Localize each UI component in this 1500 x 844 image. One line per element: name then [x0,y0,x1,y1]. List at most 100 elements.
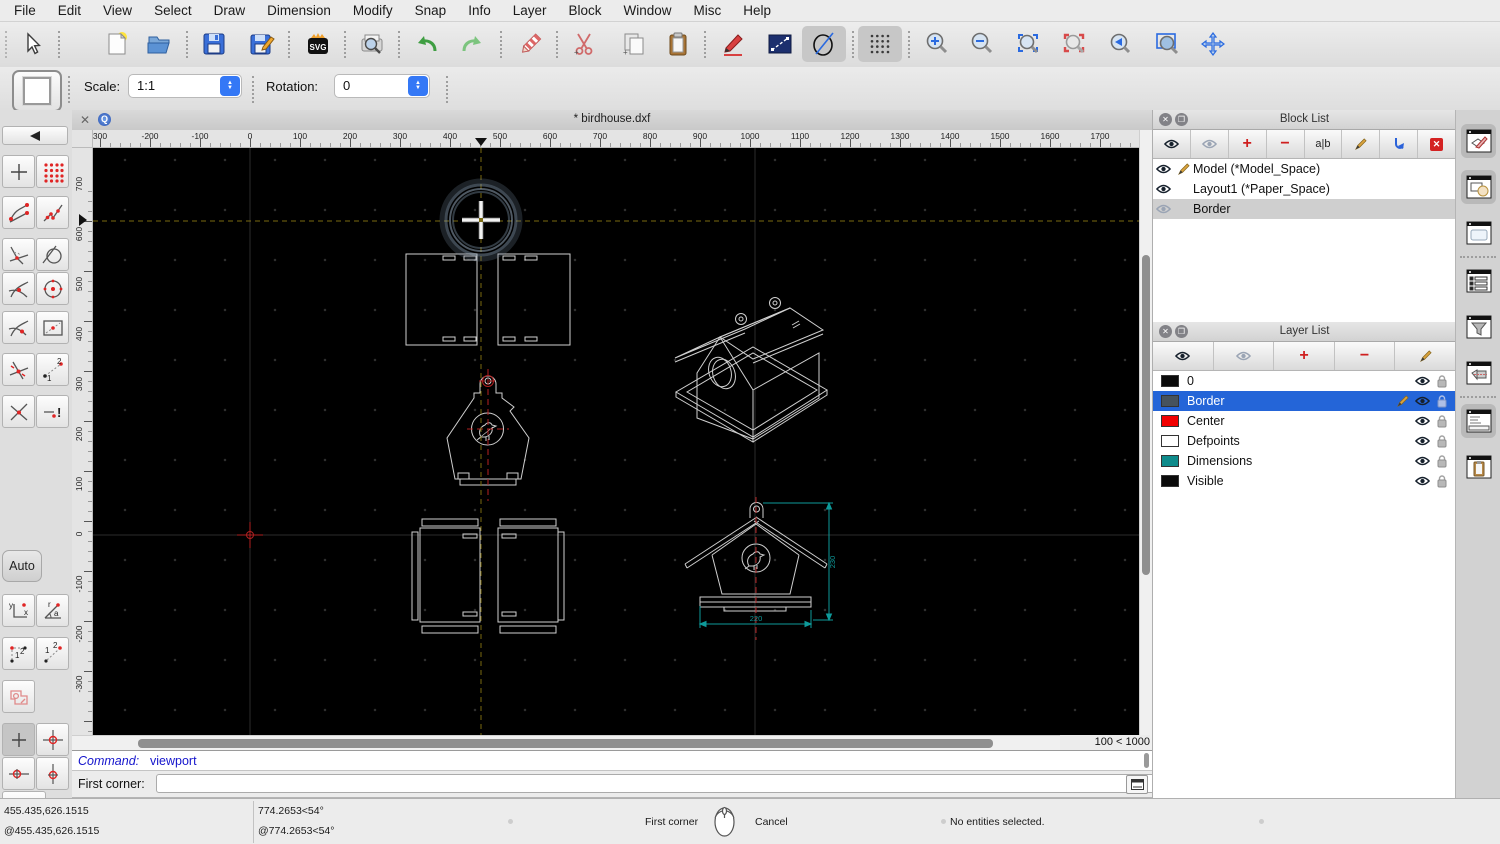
lock-icon[interactable] [1437,394,1447,408]
lock-icon[interactable] [1437,374,1447,388]
snap-grid-icon[interactable] [36,155,69,188]
visibility-eye-icon[interactable] [1235,351,1251,361]
history-scrollbar[interactable] [1144,753,1149,768]
visibility-eye-icon[interactable] [1175,351,1191,361]
snap-on-entity-icon[interactable] [36,196,69,229]
rename-block-button[interactable]: a|b [1305,130,1343,158]
snap-intersection-manual-icon[interactable] [2,395,35,428]
zoom-out-icon[interactable] [964,26,1000,62]
dock-library-browser-icon[interactable] [1461,216,1496,250]
scrollbar-thumb[interactable] [138,739,993,748]
menu-view[interactable]: View [103,3,132,18]
eraser-icon[interactable] [512,26,548,62]
layer-row[interactable]: Visible [1153,471,1456,491]
ellipse-tools-icon[interactable] [802,26,846,62]
entity-flat-parts[interactable] [411,518,565,634]
snap-middle-icon[interactable] [2,272,35,305]
undo-icon[interactable] [409,26,445,62]
menu-window[interactable]: Window [624,3,672,18]
snap-nothing-icon[interactable]: ! [36,395,69,428]
dock-selection-filter-icon[interactable] [1461,310,1496,344]
command-input[interactable] [156,774,1194,793]
relative-polar-icon[interactable]: 12 [36,637,69,670]
visibility-eye-icon[interactable] [1414,476,1430,486]
menu-edit[interactable]: Edit [58,3,81,18]
drawing-canvas[interactable]: 220 230 [93,148,1139,735]
dock-block-list-icon[interactable] [1461,170,1496,204]
rotation-select[interactable]: 0 ▲ ▼ [334,74,430,98]
dock-clipboard-icon[interactable] [1461,450,1496,484]
hide-all-layers-button[interactable] [1214,342,1275,370]
zoom-previous-icon[interactable] [1102,26,1138,62]
layer-row[interactable]: Border [1153,391,1456,411]
menu-info[interactable]: Info [468,3,491,18]
snap-distance-manual-icon[interactable]: 12 [36,353,69,386]
visibility-eye-icon[interactable] [1414,456,1430,466]
visibility-eye-icon[interactable] [1155,164,1171,174]
pointer-icon[interactable] [14,26,50,62]
purge-block-button[interactable]: ✕ [1418,130,1456,158]
menu-select[interactable]: Select [154,3,192,18]
stepper-icon[interactable]: ▲ ▼ [408,76,428,96]
zoom-in-icon[interactable] [919,26,955,62]
redo-icon[interactable] [454,26,490,62]
snap-tangential-icon[interactable] [36,238,69,271]
visibility-eye-icon[interactable] [1414,396,1430,406]
add-layer-button[interactable]: + [1274,342,1335,370]
exclude-snap-icon[interactable] [2,680,35,713]
restrict-nothing-icon[interactable] [2,723,35,756]
dock-layer-list-icon[interactable] [1461,124,1496,158]
lock-icon[interactable] [1437,474,1447,488]
svg-export-icon[interactable]: SVG [300,26,336,62]
draw-pencil-icon[interactable] [715,26,751,62]
menu-help[interactable]: Help [743,3,771,18]
zoom-selection-icon[interactable] [1056,26,1092,62]
scale-select[interactable]: 1:1 ▲ ▼ [128,74,242,98]
snap-perpendicular-icon[interactable] [2,238,35,271]
open-file-icon[interactable] [141,26,177,62]
block-list-item[interactable]: Border [1153,199,1456,219]
vertical-scrollbar[interactable] [1139,130,1152,750]
dimension-entities[interactable]: 220 230 [698,501,837,628]
coordinate-cartesian-icon[interactable]: yx [2,594,35,627]
menu-dimension[interactable]: Dimension [267,3,331,18]
edit-block-button[interactable] [1342,130,1381,158]
visibility-eye-icon[interactable] [1201,139,1217,149]
snap-intersection-icon[interactable] [2,353,35,386]
save-as-icon[interactable] [244,26,280,62]
layer-row[interactable]: 0 [1153,371,1456,391]
visibility-eye-icon[interactable] [1414,416,1430,426]
show-all-blocks-button[interactable] [1153,130,1191,158]
command-options-icon[interactable] [1126,775,1148,794]
menu-block[interactable]: Block [569,3,602,18]
edit-pencil-icon[interactable] [1177,162,1190,176]
block-list-item[interactable]: Model (*Model_Space) [1153,159,1456,179]
dock-info-icon[interactable] [1461,356,1496,390]
zoom-auto-icon[interactable] [1010,26,1046,62]
layer-row[interactable]: Dimensions [1153,451,1456,471]
visibility-eye-icon[interactable] [1163,139,1179,149]
menu-snap[interactable]: Snap [415,3,447,18]
entity-roof-panels[interactable] [405,253,571,346]
show-all-layers-button[interactable] [1153,342,1214,370]
visibility-eye-icon[interactable] [1155,204,1171,214]
restrict-orthogonal-icon[interactable] [36,723,69,756]
edit-pencil-icon[interactable] [1396,394,1409,408]
cut-icon[interactable]: + [566,26,602,62]
block-list-item[interactable]: Layout1 (*Paper_Space) [1153,179,1456,199]
snap-distance-icon[interactable] [2,311,35,344]
coordinate-polar-icon[interactable]: ra [36,594,69,627]
grid-toggle-icon[interactable] [858,26,902,62]
dock-property-editor-icon[interactable] [1461,264,1496,298]
zoom-window-icon[interactable] [1149,26,1185,62]
insert-block-button[interactable] [1380,130,1419,158]
snap-auto-button[interactable]: Auto [2,550,42,582]
layer-row[interactable]: Center [1153,411,1456,431]
visibility-eye-icon[interactable] [1414,436,1430,446]
menu-draw[interactable]: Draw [214,3,246,18]
print-preview-icon[interactable] [354,26,390,62]
lock-icon[interactable] [1437,434,1447,448]
snap-reference-icon[interactable] [36,311,69,344]
entity-isometric-view[interactable] [674,297,828,443]
restrict-horizontal-icon[interactable] [2,757,35,790]
